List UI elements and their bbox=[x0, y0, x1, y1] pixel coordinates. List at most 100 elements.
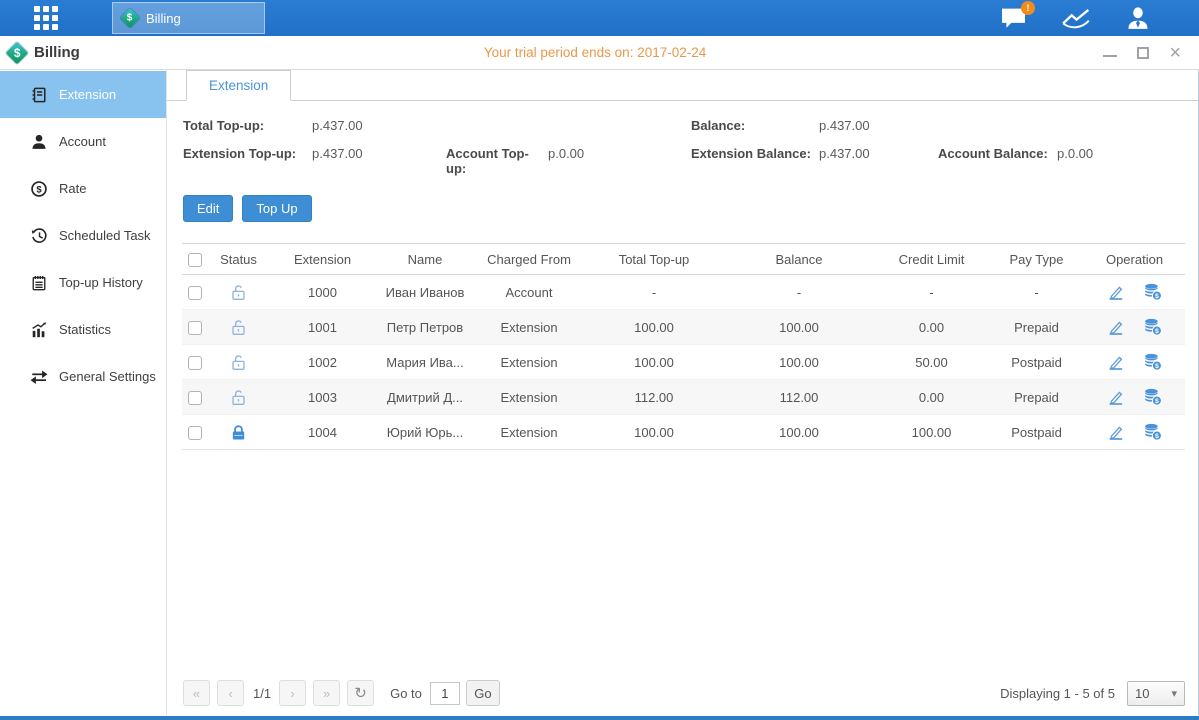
row-checkbox[interactable] bbox=[188, 426, 202, 440]
extension-cell: 1001 bbox=[269, 310, 376, 345]
topup-icon[interactable]: $ bbox=[1143, 387, 1163, 407]
balance-cell: 100.00 bbox=[724, 310, 874, 345]
extensions-table: StatusExtensionNameCharged FromTotal Top… bbox=[182, 243, 1185, 450]
prev-page-button[interactable]: ‹ bbox=[217, 680, 244, 706]
messages-icon[interactable]: ! bbox=[1000, 7, 1027, 30]
refresh-icon[interactable]: ↻ bbox=[347, 680, 374, 706]
lock-closed-icon bbox=[230, 424, 247, 441]
name-cell: Дмитрий Д... bbox=[376, 380, 474, 415]
sidebar-item-extension[interactable]: Extension bbox=[0, 71, 166, 118]
sidebar-item-scheduled-task[interactable]: Scheduled Task bbox=[0, 212, 166, 259]
app-menu-grid-icon[interactable] bbox=[34, 6, 58, 30]
lock-open-icon bbox=[230, 354, 247, 371]
charged-from-cell: Extension bbox=[474, 415, 584, 450]
maximize-button[interactable] bbox=[1137, 45, 1149, 61]
column-header-status: Status bbox=[208, 244, 269, 275]
charged-from-cell: Account bbox=[474, 275, 584, 310]
first-page-button[interactable]: « bbox=[183, 680, 210, 706]
sidebar-item-account[interactable]: Account bbox=[0, 118, 166, 165]
billing-diamond-icon: $ bbox=[6, 41, 29, 64]
minimize-button[interactable] bbox=[1103, 45, 1117, 61]
lock-open-icon bbox=[230, 389, 247, 406]
app-title: $ Billing bbox=[9, 44, 80, 61]
total-topup-cell: 112.00 bbox=[584, 380, 724, 415]
pagination-bar: « ‹ 1/1 › » ↻ Go to Go Displaying 1 - 5 … bbox=[183, 680, 1185, 706]
billing-diamond-icon: $ bbox=[120, 8, 140, 28]
topup-icon[interactable]: $ bbox=[1143, 282, 1163, 302]
extension-row-1004: 1004Юрий Юрь...Extension100.00100.00100.… bbox=[182, 415, 1185, 450]
sidebar-item-statistics[interactable]: Statistics bbox=[0, 306, 166, 353]
go-button[interactable]: Go bbox=[466, 680, 500, 706]
statistics-chart-icon[interactable] bbox=[1061, 7, 1091, 29]
credit-limit-cell: 0.00 bbox=[874, 380, 989, 415]
account-balance-field: Account Balance: p.0.00 bbox=[938, 146, 1198, 176]
window-content: Extension Account $RateScheduled Task Top-u… bbox=[0, 70, 1199, 715]
column-header-credit-limit: Credit Limit bbox=[874, 244, 989, 275]
edit-icon[interactable] bbox=[1107, 388, 1125, 406]
window-title-bar: $ Billing Your trial period ends on: 201… bbox=[0, 36, 1199, 70]
action-buttons: Edit Top Up bbox=[183, 195, 1198, 222]
sidebar-item-top-up-history[interactable]: Top-up History bbox=[0, 259, 166, 306]
topup-icon[interactable]: $ bbox=[1143, 422, 1163, 442]
clock-history-icon bbox=[30, 227, 48, 245]
caret-down-icon: ▾ bbox=[1171, 687, 1177, 700]
dollar-coin-icon: $ bbox=[30, 180, 48, 198]
edit-icon[interactable] bbox=[1107, 318, 1125, 336]
row-checkbox[interactable] bbox=[188, 321, 202, 335]
column-header-name: Name bbox=[376, 244, 474, 275]
pay-type-cell: Prepaid bbox=[989, 310, 1084, 345]
page-size-select[interactable]: 10 ▾ bbox=[1127, 681, 1185, 706]
total-topup-field: Total Top-up: p.437.00 bbox=[183, 118, 446, 133]
close-button[interactable]: × bbox=[1169, 45, 1181, 61]
top-bar: $ Billing ! bbox=[0, 0, 1199, 36]
sidebar-item-label: Account bbox=[59, 134, 106, 149]
extension-balance-field: Extension Balance: p.437.00 bbox=[691, 146, 938, 176]
edit-icon[interactable] bbox=[1107, 283, 1125, 301]
tab-extension[interactable]: Extension bbox=[186, 70, 291, 101]
edit-button[interactable]: Edit bbox=[183, 195, 233, 222]
topup-icon[interactable]: $ bbox=[1143, 317, 1163, 337]
total-topup-cell: - bbox=[584, 275, 724, 310]
bar-chart-icon bbox=[30, 321, 48, 339]
row-checkbox[interactable] bbox=[188, 356, 202, 370]
total-topup-cell: 100.00 bbox=[584, 415, 724, 450]
user-account-icon[interactable] bbox=[1125, 6, 1151, 30]
edit-icon[interactable] bbox=[1107, 423, 1125, 441]
column-header-balance: Balance bbox=[724, 244, 874, 275]
pay-type-cell: Postpaid bbox=[989, 345, 1084, 380]
name-cell: Иван Иванов bbox=[376, 275, 474, 310]
edit-icon[interactable] bbox=[1107, 353, 1125, 371]
goto-page-input[interactable] bbox=[430, 682, 460, 705]
top-up-button[interactable]: Top Up bbox=[242, 195, 311, 222]
taskbar-billing-tab[interactable]: $ Billing bbox=[112, 2, 265, 34]
pay-type-cell: - bbox=[989, 275, 1084, 310]
column-header-pay-type: Pay Type bbox=[989, 244, 1084, 275]
column-header-charged-from: Charged From bbox=[474, 244, 584, 275]
notification-badge: ! bbox=[1021, 1, 1035, 15]
extension-cell: 1002 bbox=[269, 345, 376, 380]
name-cell: Юрий Юрь... bbox=[376, 415, 474, 450]
sidebar: Extension Account $RateScheduled Task Top-u… bbox=[0, 70, 167, 715]
main-panel: Extension Total Top-up: p.437.00 Balance… bbox=[167, 70, 1198, 715]
total-topup-cell: 100.00 bbox=[584, 345, 724, 380]
page-size-value: 10 bbox=[1135, 686, 1149, 701]
balance-summary: Total Top-up: p.437.00 Balance: p.437.00… bbox=[183, 118, 1198, 176]
sidebar-item-rate[interactable]: $Rate bbox=[0, 165, 166, 212]
row-checkbox[interactable] bbox=[188, 391, 202, 405]
extension-cell: 1004 bbox=[269, 415, 376, 450]
total-topup-cell: 100.00 bbox=[584, 310, 724, 345]
sidebar-item-label: Top-up History bbox=[59, 275, 143, 290]
select-all-checkbox[interactable] bbox=[188, 253, 202, 267]
svg-text:$: $ bbox=[1155, 293, 1159, 300]
last-page-button[interactable]: » bbox=[313, 680, 340, 706]
extension-topup-field: Extension Top-up: p.437.00 bbox=[183, 146, 446, 176]
row-checkbox[interactable] bbox=[188, 286, 202, 300]
svg-text:$: $ bbox=[36, 184, 42, 195]
topup-icon[interactable]: $ bbox=[1143, 352, 1163, 372]
name-cell: Петр Петров bbox=[376, 310, 474, 345]
window-controls: × bbox=[1103, 45, 1181, 61]
next-page-button[interactable]: › bbox=[279, 680, 306, 706]
sliders-icon bbox=[30, 368, 48, 386]
sidebar-item-general-settings[interactable]: General Settings bbox=[0, 353, 166, 400]
window-title: Billing bbox=[34, 44, 80, 61]
